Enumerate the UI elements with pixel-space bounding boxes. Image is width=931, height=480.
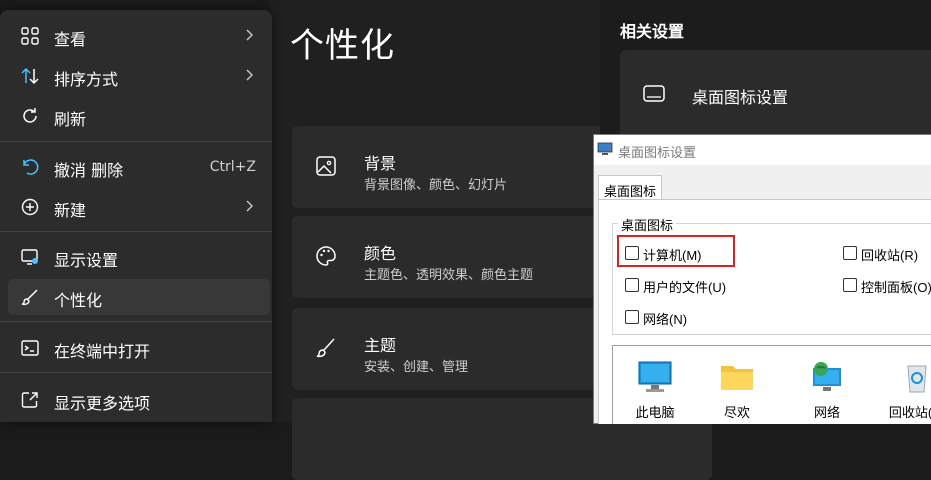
card-title: 颜色 — [364, 244, 397, 263]
menu-item-view[interactable]: 查看 — [8, 18, 270, 54]
checkbox-box[interactable] — [843, 278, 857, 292]
highlight-box — [617, 235, 735, 267]
icon-label: 尽欢 — [723, 405, 750, 420]
share-icon — [21, 392, 38, 408]
folder-icon — [721, 366, 753, 390]
related-title: 相关设置 — [620, 22, 685, 41]
monitor-icon — [597, 142, 613, 155]
menu-item-label: 查看 — [54, 30, 87, 49]
sort-icon — [21, 67, 39, 85]
refresh-icon — [23, 108, 37, 123]
menu-item-more-options[interactable]: 显示更多选项 — [8, 382, 270, 418]
card-title: 背景 — [364, 154, 397, 173]
dialog-titlebar[interactable]: 桌面图标设置 — [594, 135, 931, 165]
menu-item-label: 在终端中打开 — [54, 342, 151, 361]
menu-item-label: 排序方式 — [54, 70, 119, 89]
checkbox-label: 控制面板(O) — [861, 280, 931, 295]
menu-item-display-settings[interactable]: 显示设置 — [8, 239, 270, 275]
card-subtitle: 主题色、透明效果、颜色主题 — [364, 268, 534, 283]
monitor-icon — [643, 85, 665, 102]
computer-icon — [638, 361, 672, 392]
menu-item-personalize[interactable]: 个性化 — [8, 279, 270, 315]
menu-item-label: 个性化 — [54, 291, 103, 310]
menu-item-refresh[interactable]: 刷新 — [8, 98, 270, 134]
menu-item-open-terminal[interactable]: 在终端中打开 — [8, 330, 270, 366]
menu-item-label: 撤消 删除 — [54, 161, 124, 180]
related-item-label: 桌面图标设置 — [692, 88, 789, 107]
dialog-title: 桌面图标设置 — [618, 145, 697, 160]
undo-icon — [23, 159, 39, 175]
menu-separator — [0, 372, 272, 373]
checkbox-label: 回收站(R) — [861, 248, 919, 263]
checkbox-label: 用户的文件(U) — [643, 280, 727, 295]
icon-network[interactable]: 网络 — [787, 360, 867, 424]
desktop-icon-settings-link[interactable]: 桌面图标设置 — [620, 50, 931, 140]
palette-icon — [316, 246, 336, 266]
chevron-right-icon — [246, 200, 253, 212]
menu-item-label: 新建 — [54, 201, 87, 220]
menu-item-label: 显示设置 — [54, 251, 119, 270]
icon-label: 回收站(满 — [888, 405, 931, 420]
menu-item-new[interactable]: 新建 — [8, 189, 270, 225]
context-menu: 查看 排序方式 刷新 撤消 删除 Ctrl+Z 新建 显示设置 个性化 在终端中… — [0, 10, 272, 422]
icon-label: 此电脑 — [635, 405, 675, 420]
card-title: 主题 — [364, 336, 397, 355]
terminal-icon — [21, 340, 39, 356]
icon-recycle-bin-full[interactable]: 回收站(满 — [877, 360, 931, 424]
tab-label: 桌面图标 — [604, 184, 657, 199]
checkbox-label: 网络(N) — [643, 312, 688, 327]
grid-icon — [21, 27, 39, 45]
related-settings: 相关设置 桌面图标设置 — [600, 0, 931, 140]
menu-separator — [0, 321, 272, 322]
checkbox-box[interactable] — [625, 278, 639, 292]
icon-preview-list: 此电脑 尽欢 网络 回收站(满 — [612, 345, 931, 424]
menu-item-label: 显示更多选项 — [54, 394, 151, 413]
brush-icon — [21, 289, 38, 306]
plus-circle-icon — [21, 198, 39, 216]
chevron-right-icon — [246, 29, 253, 41]
shortcut-label: Ctrl+Z — [209, 159, 256, 175]
chevron-right-icon — [246, 69, 253, 81]
menu-separator — [0, 231, 272, 232]
menu-item-label: 刷新 — [54, 110, 87, 129]
menu-item-sort[interactable]: 排序方式 — [8, 58, 270, 94]
icon-label: 网络 — [813, 405, 840, 420]
card-subtitle: 背景图像、颜色、幻灯片 — [364, 178, 508, 193]
menu-separator — [0, 141, 272, 142]
desktop-icon-settings-dialog: 桌面图标设置 桌面图标 桌面图标 计算机(M) 回收站(R) 用户的文件(U) … — [593, 134, 931, 424]
checkbox-box[interactable] — [843, 246, 857, 260]
tab-desktop-icons[interactable]: 桌面图标 — [598, 175, 662, 200]
network-icon — [813, 362, 841, 391]
icon-this-pc[interactable]: 此电脑 — [615, 360, 695, 424]
checkbox-box[interactable] — [625, 310, 639, 324]
display-settings-icon — [21, 249, 38, 265]
card-subtitle: 安装、创建、管理 — [364, 360, 469, 375]
recycle-bin-icon — [907, 365, 927, 393]
brush-icon — [316, 338, 335, 358]
group-label: 桌面图标 — [618, 215, 677, 234]
menu-item-undo[interactable]: 撤消 删除 Ctrl+Z — [8, 149, 270, 185]
image-icon — [316, 156, 336, 176]
page-title: 个性化 — [290, 26, 395, 66]
icon-user-folder[interactable]: 尽欢 — [697, 360, 777, 424]
